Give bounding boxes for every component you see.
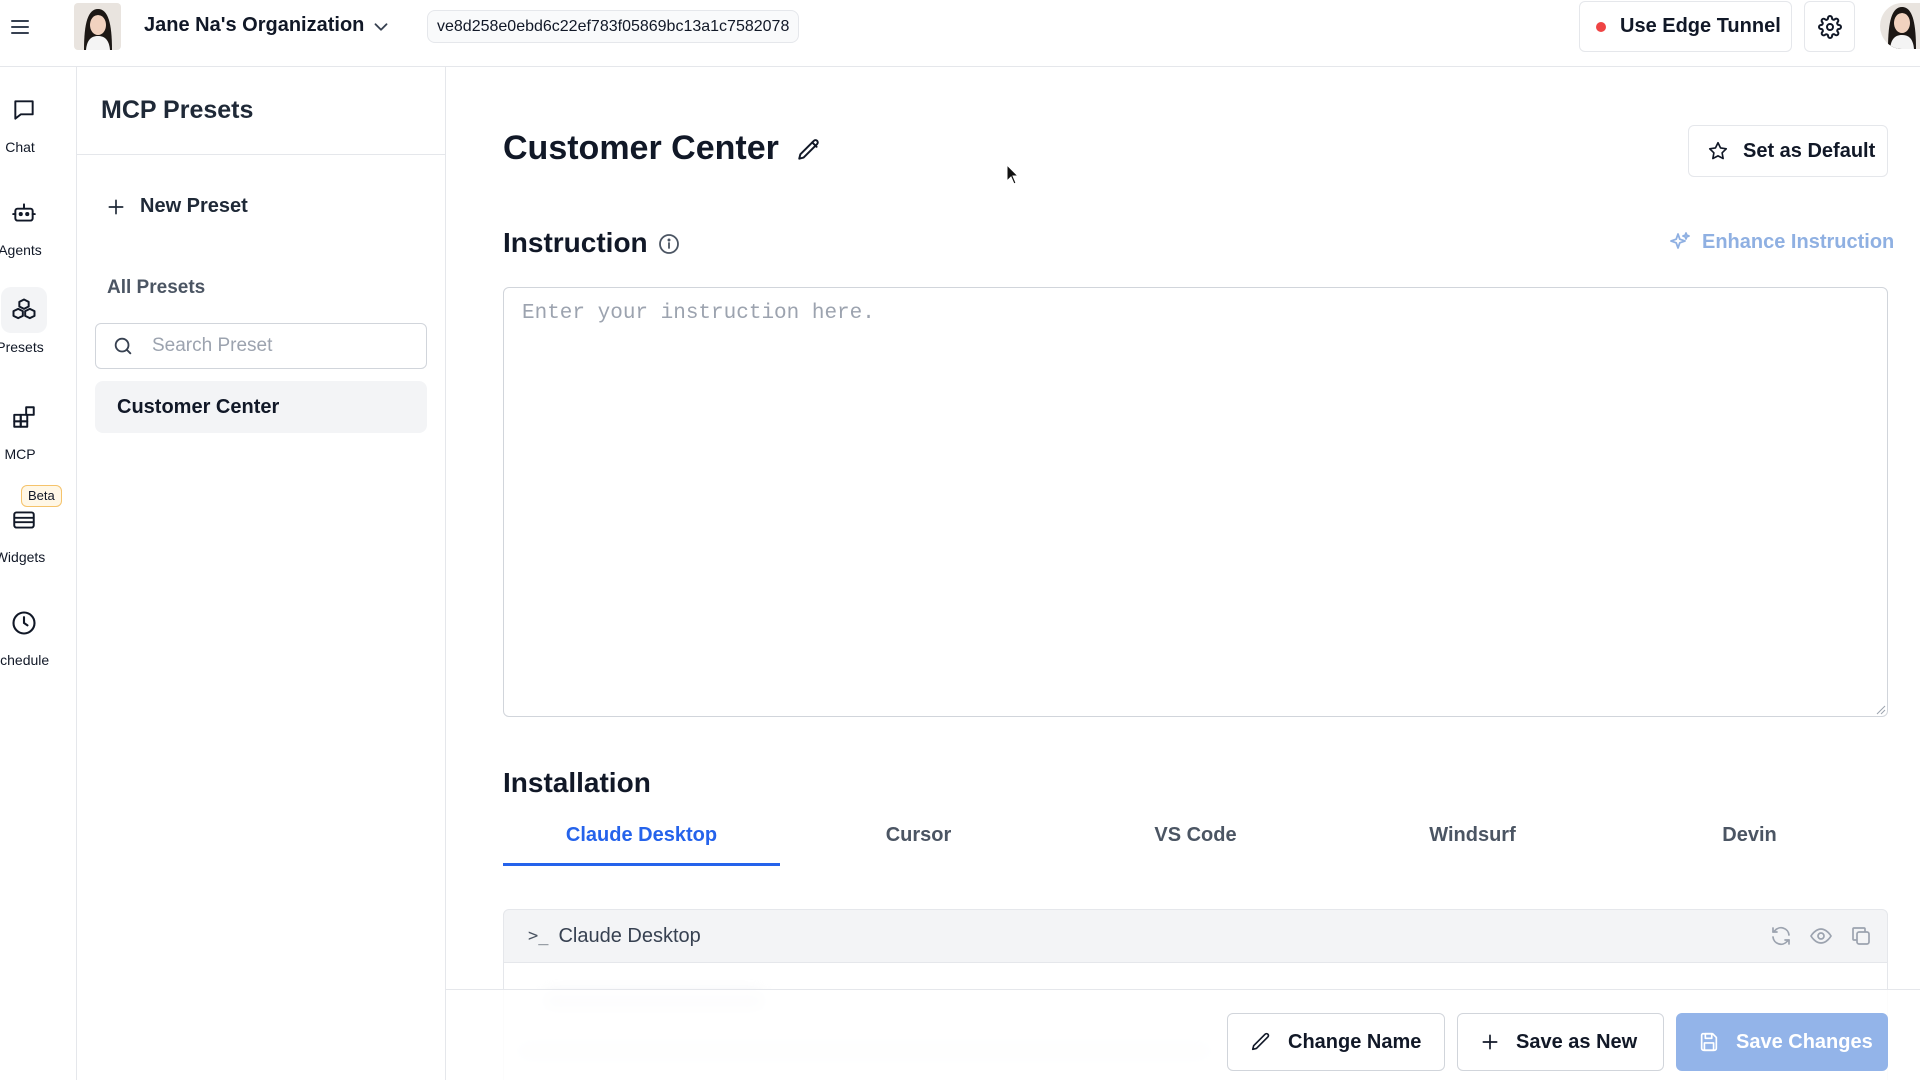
sparkles-icon (1670, 232, 1690, 249)
panel-title: MCP Presets (101, 96, 254, 124)
cubes-icon (1, 287, 47, 333)
tab-claude-desktop[interactable]: Claude Desktop (503, 817, 780, 867)
clock-icon (1, 600, 47, 646)
chevron-down-icon[interactable] (370, 16, 392, 38)
enhance-instruction-button[interactable]: Enhance Instruction (1668, 230, 1894, 254)
enhance-instruction-label: Enhance Instruction (1702, 230, 1895, 253)
gear-icon (1817, 14, 1842, 39)
top-bar: Jane Na's Organization ve8d258e0ebd6c22e… (0, 0, 1920, 67)
pencil-icon[interactable] (796, 137, 822, 163)
code-block-title: Claude Desktop (558, 924, 701, 947)
beta-badge: Beta (21, 485, 62, 507)
code-block-header: >_ Claude Desktop (503, 909, 1888, 963)
installation-heading: Installation (503, 767, 651, 798)
set-as-default-button[interactable]: Set as Default (1688, 125, 1888, 177)
robot-icon (1, 190, 47, 236)
set-as-default-label: Set as Default (1743, 139, 1876, 162)
rail-item-schedule[interactable]: Schedule (0, 600, 77, 700)
new-preset-label: New Preset (140, 195, 248, 217)
terminal-icon: >_ (528, 926, 549, 946)
rail-label-presets: Presets (0, 339, 44, 355)
chat-bubble-icon (1, 87, 47, 133)
resize-grip-icon[interactable] (1876, 705, 1886, 715)
eye-icon[interactable] (1809, 924, 1833, 948)
user-avatar[interactable] (1880, 3, 1920, 49)
use-edge-tunnel-button[interactable]: Use Edge Tunnel (1579, 1, 1792, 52)
rail-label-agents: Agents (0, 242, 42, 258)
tab-devin[interactable]: Devin (1611, 817, 1888, 867)
copy-icon[interactable] (1849, 924, 1873, 948)
save-changes-label: Save Changes (1736, 1030, 1873, 1053)
search-preset-input[interactable] (152, 335, 402, 357)
pencil-icon (1251, 1032, 1270, 1051)
tab-vs-code[interactable]: VS Code (1057, 817, 1334, 867)
tab-windsurf[interactable]: Windsurf (1334, 817, 1611, 867)
search-icon (114, 337, 132, 355)
settings-button[interactable] (1804, 1, 1855, 52)
tab-cursor[interactable]: Cursor (780, 817, 1057, 867)
preset-editor: Customer Center Set as Default Instructi… (446, 67, 1920, 1080)
status-dot-icon (1596, 21, 1606, 32)
rail-label-mcp: MCP (4, 446, 36, 462)
all-presets-label: All Presets (107, 277, 206, 298)
change-name-button[interactable]: Change Name (1227, 1013, 1445, 1071)
new-preset-button[interactable]: New Preset (106, 195, 248, 218)
blocks-icon (1, 394, 47, 440)
star-icon (1708, 141, 1728, 160)
session-hash-pill[interactable]: ve8d258e0ebd6c22ef783f05869bc13a1c758207… (427, 10, 800, 43)
save-as-new-label: Save as New (1516, 1030, 1638, 1053)
plus-icon (1482, 1034, 1498, 1050)
instruction-textarea[interactable] (503, 287, 1888, 717)
installation-tabs: Claude Desktop Cursor VS Code Windsurf D… (503, 817, 1888, 867)
save-changes-button[interactable]: Save Changes (1676, 1013, 1888, 1071)
info-icon[interactable] (657, 232, 681, 256)
left-nav-rail: Chat Agents Presets MCP Beta Widgets Sch… (0, 67, 77, 1080)
code-block-actions (1769, 924, 1873, 948)
org-name[interactable]: Jane Na's Organization (144, 14, 364, 37)
hamburger-menu-icon[interactable] (9, 17, 31, 37)
rail-label-schedule: Schedule (0, 652, 50, 668)
rail-item-mcp[interactable]: MCP (0, 394, 77, 494)
change-name-label: Change Name (1288, 1030, 1422, 1053)
refresh-icon[interactable] (1769, 924, 1793, 948)
instruction-heading: Instruction (503, 227, 648, 258)
rail-label-widgets: Widgets (0, 549, 46, 565)
tunnel-label: Use Edge Tunnel (1620, 15, 1781, 37)
panel-header: MCP Presets (77, 67, 445, 155)
rail-item-agents[interactable]: Agents (0, 190, 77, 290)
rail-item-widgets[interactable]: Beta Widgets (0, 485, 77, 597)
mouse-pointer-icon (1006, 164, 1020, 185)
rail-label-chat: Chat (5, 139, 35, 155)
preset-title: Customer Center (503, 129, 779, 167)
org-avatar[interactable] (74, 3, 121, 50)
search-preset-field[interactable] (95, 323, 427, 369)
rail-item-presets[interactable]: Presets (0, 287, 77, 387)
floppy-disk-icon (1700, 1032, 1718, 1052)
plus-icon (108, 199, 124, 214)
save-as-new-button[interactable]: Save as New (1457, 1013, 1664, 1071)
preset-list-item[interactable]: Customer Center (95, 381, 427, 433)
rail-item-chat[interactable]: Chat (0, 87, 77, 187)
presets-panel: MCP Presets New Preset All Presets Custo… (77, 67, 446, 1080)
